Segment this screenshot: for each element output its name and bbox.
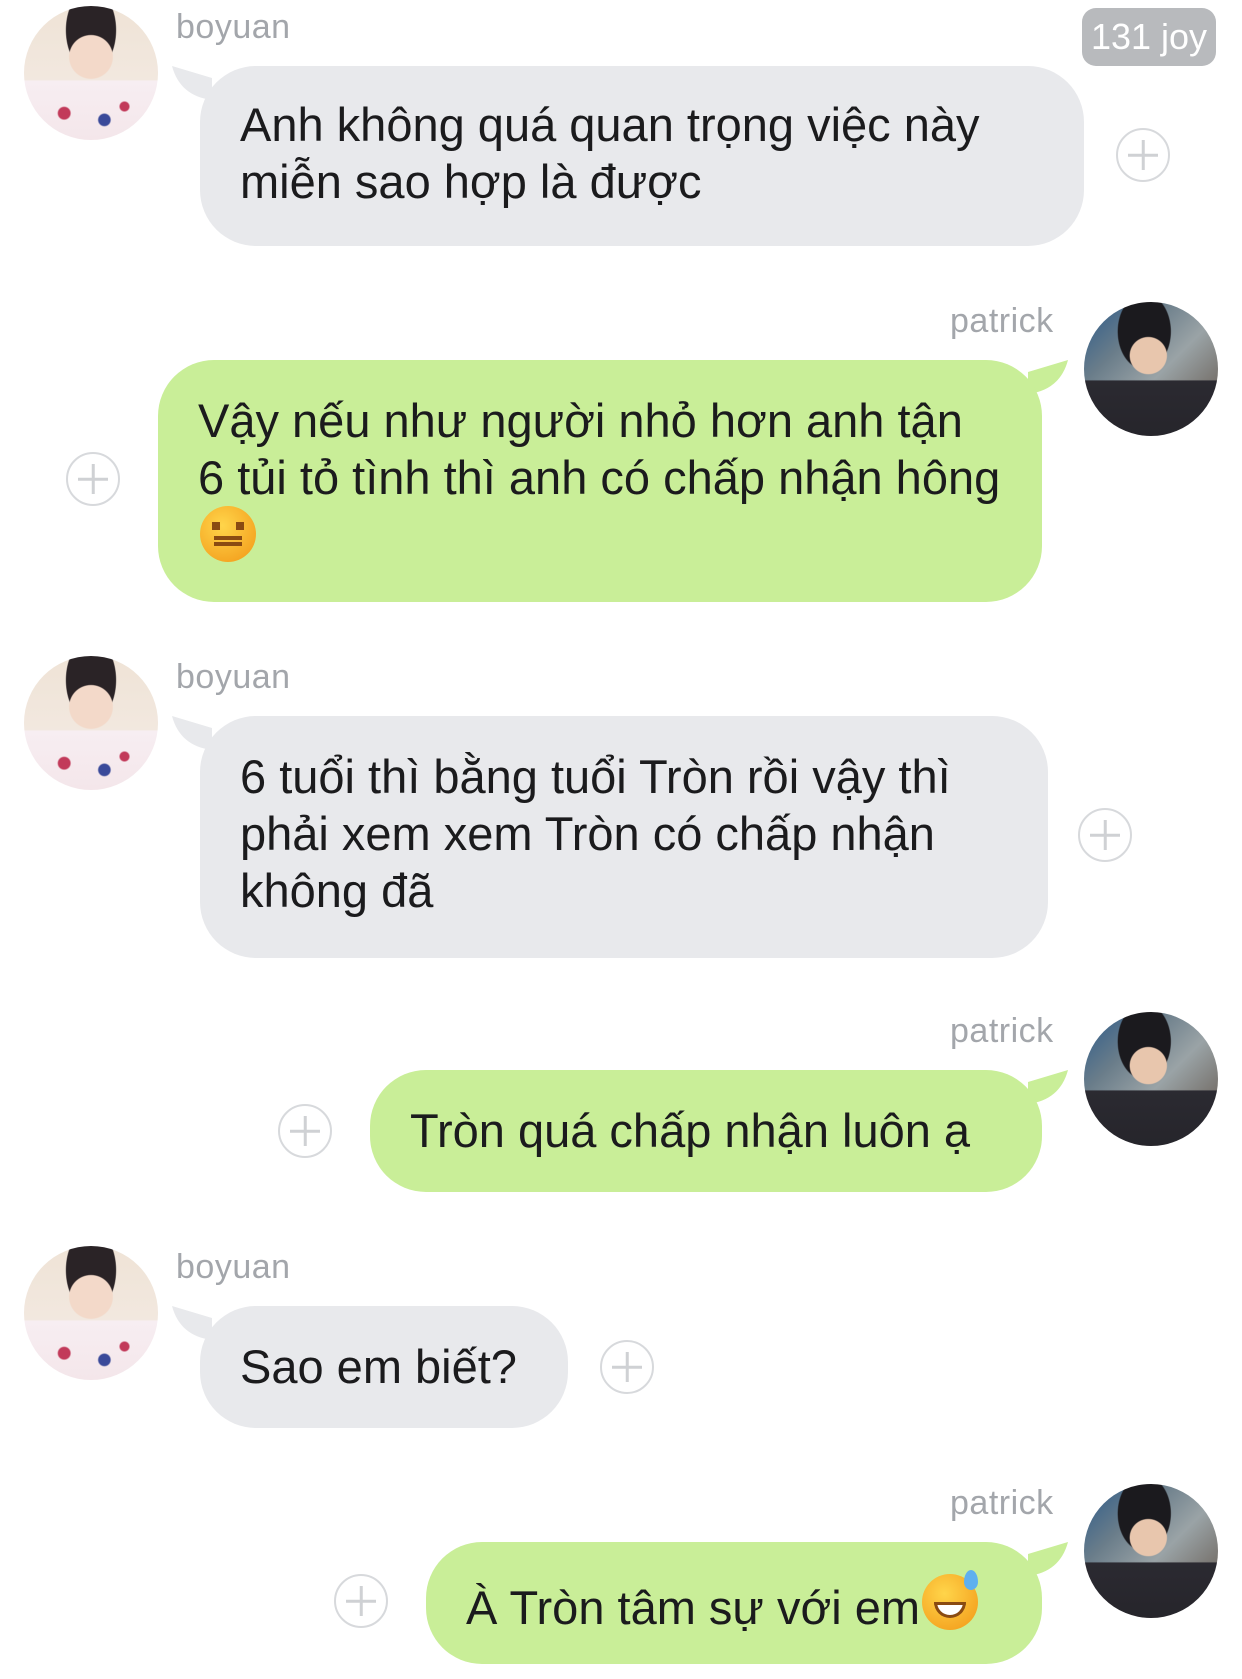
message-text: Tròn quá chấp nhận luôn ạ xyxy=(410,1104,971,1157)
avatar[interactable] xyxy=(24,656,158,790)
message-text: À Tròn tâm sự với em xyxy=(466,1581,921,1634)
avatar[interactable] xyxy=(24,6,158,140)
sender-name: patrick xyxy=(950,1012,1054,1050)
sender-name: boyuan xyxy=(176,658,291,696)
message-bubble[interactable]: Anh không quá quan trọng việc này miễn s… xyxy=(200,66,1084,246)
add-reaction-button[interactable] xyxy=(600,1340,654,1394)
message-bubble[interactable]: 6 tuổi thì bằng tuổi Tròn rồi vậy thì ph… xyxy=(200,716,1048,958)
avatar[interactable] xyxy=(1084,1484,1218,1618)
sender-name: patrick xyxy=(950,1484,1054,1522)
message-text: Vậy nếu như người nhỏ hơn anh tận 6 tủi … xyxy=(198,394,1001,504)
message-bubble[interactable]: Tròn quá chấp nhận luôn ạ xyxy=(370,1070,1042,1192)
message-text: Sao em biết? xyxy=(240,1340,517,1393)
counter-badge: 131 joy xyxy=(1082,8,1216,66)
message-text: 6 tuổi thì bằng tuổi Tròn rồi vậy thì ph… xyxy=(240,750,951,917)
avatar[interactable] xyxy=(24,1246,158,1380)
grinning-sweat-face-icon xyxy=(922,1570,979,1630)
add-reaction-button[interactable] xyxy=(334,1574,388,1628)
add-reaction-button[interactable] xyxy=(1078,808,1132,862)
message-bubble[interactable]: Sao em biết? xyxy=(200,1306,568,1428)
confounded-face-icon xyxy=(200,506,256,562)
sender-name: boyuan xyxy=(176,1248,291,1286)
message-text: Anh không quá quan trọng việc này miễn s… xyxy=(240,98,980,208)
message-bubble[interactable]: Vậy nếu như người nhỏ hơn anh tận 6 tủi … xyxy=(158,360,1042,602)
add-reaction-button[interactable] xyxy=(66,452,120,506)
avatar[interactable] xyxy=(1084,1012,1218,1146)
sender-name: boyuan xyxy=(176,8,291,46)
avatar[interactable] xyxy=(1084,302,1218,436)
add-reaction-button[interactable] xyxy=(1116,128,1170,182)
add-reaction-button[interactable] xyxy=(278,1104,332,1158)
message-bubble[interactable]: À Tròn tâm sự với em xyxy=(426,1542,1042,1664)
sender-name: patrick xyxy=(950,302,1054,340)
